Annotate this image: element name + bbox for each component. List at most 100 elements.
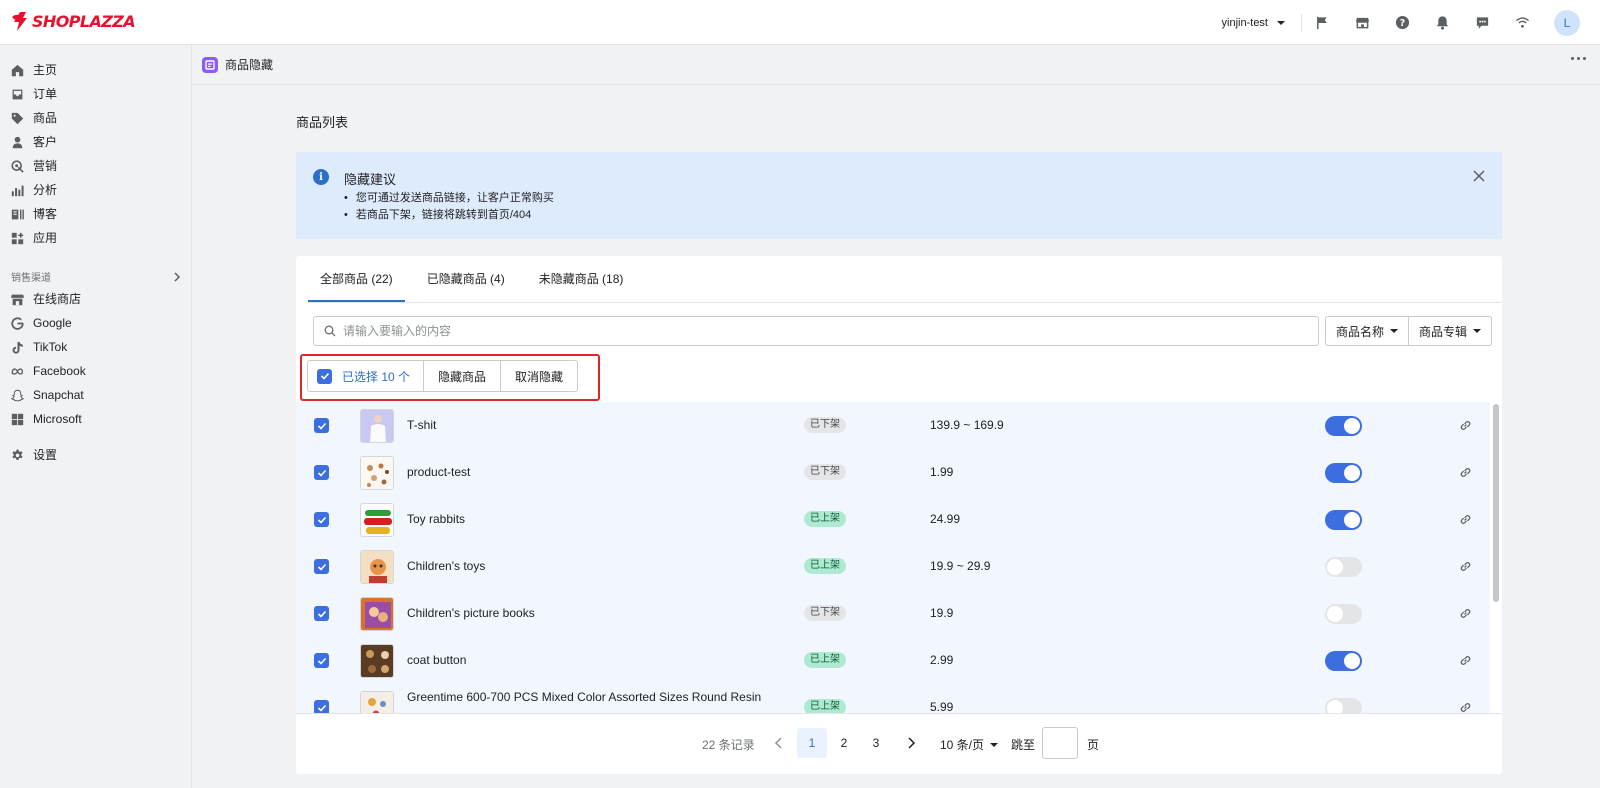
link-icon[interactable] xyxy=(1459,654,1472,667)
hide-toggle[interactable] xyxy=(1325,651,1362,671)
product-list-card: 全部商品 (22) 已隐藏商品 (4) 未隐藏商品 (18) 商品名称 商品专辑… xyxy=(296,256,1502,774)
flag-icon[interactable] xyxy=(1302,15,1342,30)
more-actions-icon[interactable] xyxy=(1571,57,1586,60)
wifi-icon[interactable] xyxy=(1502,15,1542,30)
link-icon[interactable] xyxy=(1459,419,1472,432)
sidebar-item-google[interactable]: Google xyxy=(11,313,72,333)
row-checkbox[interactable] xyxy=(314,465,329,480)
info-banner: i 隐藏建议 您可通过发送商品链接，让客户正常购买 若商品下架，链接将跳转到首页… xyxy=(296,152,1502,239)
table-row[interactable]: Greentime 600-700 PCS Mixed Color Assort… xyxy=(296,684,1490,713)
hide-toggle[interactable] xyxy=(1325,604,1362,624)
tab-all-products[interactable]: 全部商品 (22) xyxy=(308,256,405,302)
row-checkbox[interactable] xyxy=(314,559,329,574)
divider xyxy=(308,302,1502,303)
page-number[interactable]: 3 xyxy=(861,728,891,758)
hide-toggle[interactable] xyxy=(1325,510,1362,530)
chevron-down-icon xyxy=(1473,329,1482,333)
microsoft-icon xyxy=(11,413,24,425)
apps-icon xyxy=(11,232,24,244)
sidebar-item-orders[interactable]: 订单 xyxy=(11,84,57,104)
hide-toggle[interactable] xyxy=(1325,557,1362,577)
chevron-down-icon xyxy=(1277,20,1285,25)
table-row[interactable]: Toy rabbits 已上架 24.99 xyxy=(296,496,1490,544)
sidebar-item-online-store[interactable]: 在线商店 xyxy=(11,289,81,309)
chevron-left-icon[interactable] xyxy=(772,736,786,750)
link-icon[interactable] xyxy=(1459,701,1472,713)
page-number[interactable]: 2 xyxy=(829,728,859,758)
sidebar-item-settings[interactable]: 设置 xyxy=(11,445,57,465)
close-icon[interactable] xyxy=(1473,170,1485,182)
sidebar-item-customers[interactable]: 客户 xyxy=(11,132,57,152)
sales-channels-header[interactable]: 销售渠道 xyxy=(11,269,181,284)
sidebar-item-label: Snapchat xyxy=(33,388,84,402)
hide-products-button[interactable]: 隐藏商品 xyxy=(424,361,502,391)
hide-toggle[interactable] xyxy=(1325,698,1362,713)
select-all-checkbox[interactable] xyxy=(317,368,332,384)
table-row[interactable]: Children's picture books 已下架 19.9 xyxy=(296,590,1490,638)
banner-line: 若商品下架，链接将跳转到首页/404 xyxy=(344,207,554,224)
sidebar-item-analytics[interactable]: 分析 xyxy=(11,180,57,200)
search-box xyxy=(313,316,1319,346)
sidebar-item-snapchat[interactable]: Snapchat xyxy=(11,385,84,405)
product-thumbnail xyxy=(360,503,394,537)
sidebar-item-marketing[interactable]: 营销 xyxy=(11,156,57,176)
unhide-products-button[interactable]: 取消隐藏 xyxy=(501,361,577,391)
chat-icon[interactable] xyxy=(1462,15,1502,30)
chevron-right-icon[interactable] xyxy=(904,736,918,750)
help-icon[interactable]: ? xyxy=(1382,15,1422,30)
scrollbar-thumb[interactable] xyxy=(1493,404,1499,602)
page-size-select[interactable]: 10 条/页 xyxy=(940,736,999,753)
marketing-icon xyxy=(11,159,24,173)
hide-toggle[interactable] xyxy=(1325,463,1362,483)
status-badge: 已下架 xyxy=(804,417,846,433)
page-size-label: 10 条/页 xyxy=(940,738,985,752)
product-thumbnail xyxy=(360,409,394,443)
sidebar-item-products[interactable]: 商品 xyxy=(11,108,57,128)
app-title: 商品隐藏 xyxy=(225,58,274,72)
product-name-filter[interactable]: 商品名称 xyxy=(1325,316,1410,346)
table-row[interactable]: Children's toys 已上架 19.9 ~ 29.9 xyxy=(296,543,1490,591)
record-count: 22 条记录 xyxy=(702,738,755,752)
store-icon[interactable] xyxy=(1342,15,1382,30)
sidebar-item-facebook[interactable]: Facebook xyxy=(11,361,86,381)
link-icon[interactable] xyxy=(1459,560,1472,573)
collection-filter[interactable]: 商品专辑 xyxy=(1409,316,1493,346)
app-icon xyxy=(202,56,218,73)
row-checkbox[interactable] xyxy=(314,700,329,713)
store-selector[interactable]: yinjin-test xyxy=(1222,13,1302,32)
link-icon[interactable] xyxy=(1459,513,1472,526)
row-checkbox[interactable] xyxy=(314,606,329,621)
sidebar-item-tiktok[interactable]: TikTok xyxy=(11,337,67,357)
table-row[interactable]: T-shit 已下架 139.9 ~ 169.9 xyxy=(296,402,1490,450)
pagination: 22 条记录 1 2 3 10 条/页 跳至 页 xyxy=(296,714,1502,774)
page-number[interactable]: 1 xyxy=(797,728,827,758)
link-icon[interactable] xyxy=(1459,466,1472,479)
avatar[interactable]: L xyxy=(1554,9,1580,36)
sidebar-item-label: Google xyxy=(33,316,72,330)
store-icon xyxy=(11,294,24,305)
row-checkbox[interactable] xyxy=(314,418,329,433)
bell-icon[interactable] xyxy=(1422,15,1462,30)
product-name: coat button xyxy=(407,653,467,667)
sidebar-item-home[interactable]: 主页 xyxy=(11,60,57,80)
sidebar-item-apps[interactable]: 应用 xyxy=(11,228,57,248)
shoplazza-logo[interactable]: SHOPLAZZA xyxy=(11,11,136,32)
scrollbar[interactable] xyxy=(1492,402,1500,713)
blog-icon xyxy=(11,209,24,219)
table-row[interactable]: product-test 已下架 1.99 xyxy=(296,449,1490,497)
product-thumbnail xyxy=(360,691,394,713)
sidebar-item-blog[interactable]: 博客 xyxy=(11,204,57,224)
sidebar-item-microsoft[interactable]: Microsoft xyxy=(11,409,82,429)
search-input[interactable] xyxy=(343,324,1243,338)
tab-visible-products[interactable]: 未隐藏商品 (18) xyxy=(527,256,636,302)
table-row[interactable]: coat button 已上架 2.99 xyxy=(296,637,1490,685)
hide-toggle[interactable] xyxy=(1325,416,1362,436)
page-jump-input[interactable] xyxy=(1042,727,1078,759)
row-checkbox[interactable] xyxy=(314,653,329,668)
filter-label: 商品专辑 xyxy=(1419,324,1468,339)
select-all-toggle[interactable]: 已选择 10 个 xyxy=(308,361,425,391)
tag-icon xyxy=(11,112,24,124)
link-icon[interactable] xyxy=(1459,607,1472,620)
row-checkbox[interactable] xyxy=(314,512,329,527)
tab-hidden-products[interactable]: 已隐藏商品 (4) xyxy=(415,256,517,302)
